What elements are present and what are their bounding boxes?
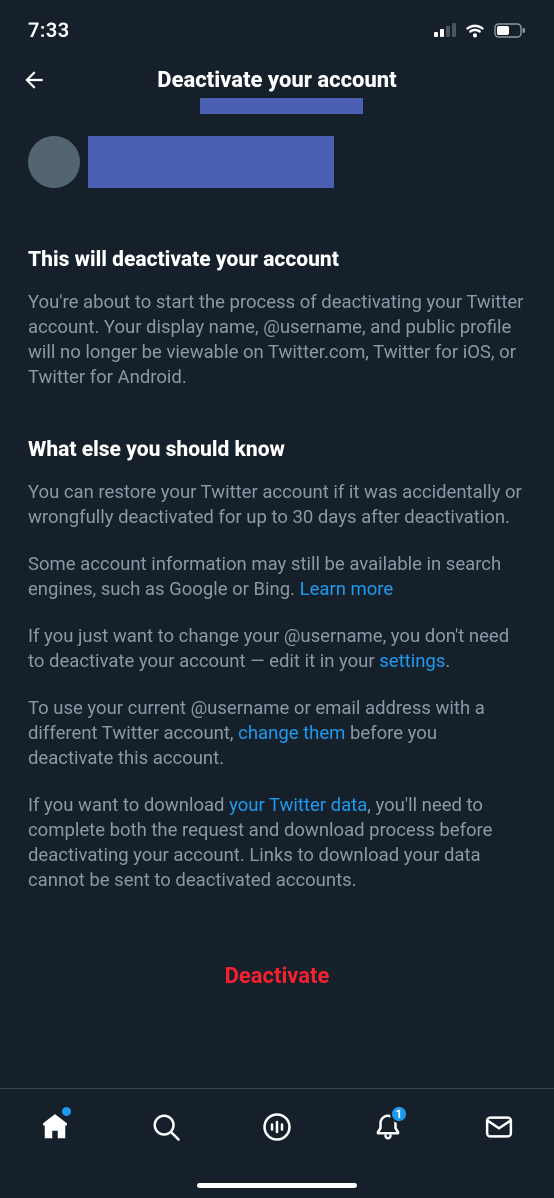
search-icon xyxy=(151,1112,181,1142)
reuse-info: To use your current @username or email a… xyxy=(28,696,526,771)
back-button[interactable] xyxy=(20,66,48,94)
page-title: Deactivate your account xyxy=(157,68,396,93)
redaction-subtitle xyxy=(200,98,363,114)
status-time: 7:33 xyxy=(28,18,70,42)
twitter-data-link[interactable]: your Twitter data xyxy=(229,794,367,816)
settings-link[interactable]: settings xyxy=(379,650,445,672)
search-engine-text: Some account information may still be av… xyxy=(28,553,501,600)
tab-search[interactable] xyxy=(148,1109,184,1145)
search-engine-info: Some account information may still be av… xyxy=(28,552,526,602)
deactivate-button[interactable]: Deactivate xyxy=(28,952,526,1001)
wifi-icon xyxy=(464,22,486,38)
mic-icon xyxy=(262,1112,292,1142)
notification-badge: 1 xyxy=(390,1105,408,1123)
change-them-link[interactable]: change them xyxy=(238,722,345,744)
username-change-info: If you just want to change your @usernam… xyxy=(28,624,526,674)
nav-header: Deactivate your account xyxy=(0,54,554,106)
tab-notifications[interactable]: 1 xyxy=(370,1109,406,1145)
deactivate-description: You're about to start the process of dea… xyxy=(28,290,526,390)
envelope-icon xyxy=(484,1112,514,1142)
tab-home[interactable] xyxy=(37,1109,73,1145)
avatar xyxy=(28,136,80,188)
section-heading-deactivate: This will deactivate your account xyxy=(28,248,526,272)
tab-spaces[interactable] xyxy=(259,1109,295,1145)
download-text: If you want to download xyxy=(28,794,229,816)
learn-more-link[interactable]: Learn more xyxy=(300,578,394,600)
cellular-icon xyxy=(434,23,456,37)
download-info: If you want to download your Twitter dat… xyxy=(28,793,526,893)
redaction-username xyxy=(88,136,334,188)
arrow-left-icon xyxy=(21,67,47,93)
section-heading-know: What else you should know xyxy=(28,438,526,462)
username-change-text-end: . xyxy=(445,650,450,672)
tab-messages[interactable] xyxy=(481,1109,517,1145)
profile-row xyxy=(0,136,554,188)
status-bar: 7:33 xyxy=(0,0,554,50)
tab-bar: 1 xyxy=(0,1088,554,1198)
battery-icon xyxy=(494,23,526,38)
restore-info: You can restore your Twitter account if … xyxy=(28,480,526,530)
status-icons xyxy=(434,22,526,38)
home-indicator xyxy=(197,1183,357,1188)
home-icon xyxy=(40,1112,70,1142)
